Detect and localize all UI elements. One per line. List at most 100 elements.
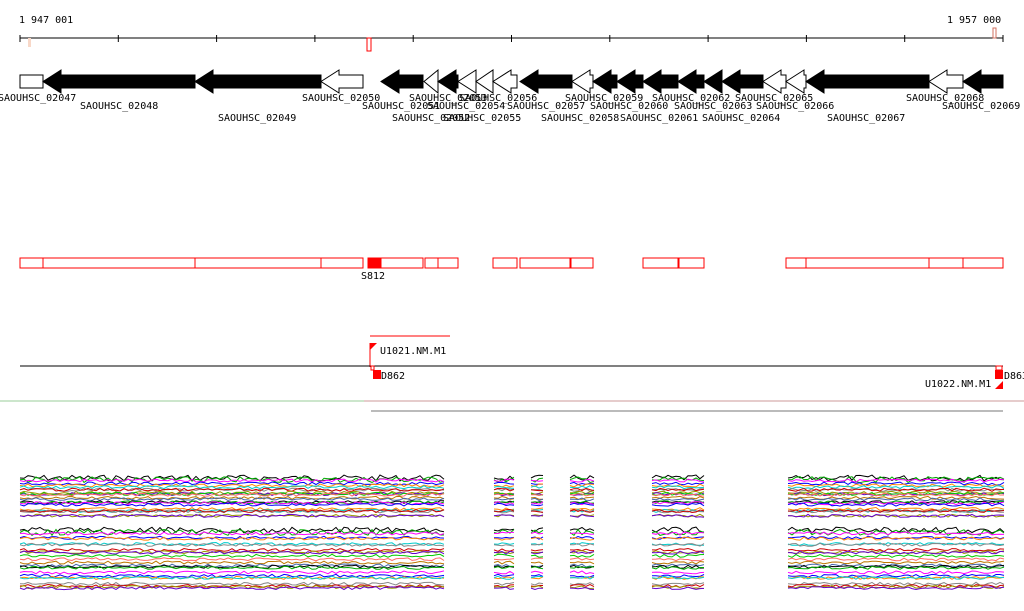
expression-line xyxy=(530,485,544,489)
segment-box[interactable] xyxy=(492,257,518,269)
marker-box xyxy=(370,365,375,371)
expression-line xyxy=(787,485,1005,490)
marker-right-label: D863 xyxy=(1004,371,1024,382)
segment-box[interactable] xyxy=(320,257,364,269)
gene-label[interactable]: SAOUHSC_02067 xyxy=(827,113,905,124)
expression-line xyxy=(493,553,515,558)
marker-left-label: D862 xyxy=(381,371,405,382)
expression-line xyxy=(787,497,1005,502)
segment-box[interactable] xyxy=(519,257,571,269)
genome-browser-view: 1 947 001 1 957 000 SAOUHSC_02047SAOUHSC… xyxy=(0,15,1024,591)
expression-line xyxy=(19,560,445,565)
gene-arrow[interactable] xyxy=(475,69,494,94)
gene-arrow[interactable] xyxy=(677,69,705,94)
gene-arrow[interactable] xyxy=(805,69,930,94)
gene-arrow[interactable] xyxy=(194,69,322,94)
expression-line xyxy=(569,570,595,575)
gene-arrow[interactable] xyxy=(928,69,964,94)
expression-line xyxy=(569,553,595,558)
flag-icon xyxy=(995,381,1003,389)
expression-line xyxy=(651,560,705,565)
segment-box[interactable] xyxy=(678,257,705,269)
expression-line xyxy=(493,570,515,575)
segment-box[interactable] xyxy=(570,257,594,269)
segment-box[interactable] xyxy=(424,257,439,269)
gene-track: SAOUHSC_02047 SAOUHSC_02048 SAOUHSC_02049 S… xyxy=(0,68,1020,124)
marker-d863[interactable] xyxy=(995,370,1003,379)
expression-line xyxy=(651,481,705,486)
expression-line xyxy=(493,573,515,577)
gene-label[interactable]: SAOUHSC_02069 xyxy=(942,101,1020,112)
expression-line xyxy=(651,571,705,575)
gene-arrow[interactable] xyxy=(703,69,723,94)
segment-box[interactable] xyxy=(642,257,679,269)
expression-line xyxy=(787,495,1005,500)
expression-line xyxy=(493,548,515,552)
expression-line xyxy=(19,563,445,568)
expression-line xyxy=(493,560,515,565)
ruler-marker xyxy=(366,37,372,52)
expression-line xyxy=(530,494,544,497)
gene-arrow[interactable] xyxy=(19,74,44,89)
gene-label[interactable]: SAOUHSC_02061 xyxy=(620,113,698,124)
transcript-up-label[interactable]: U1021.NM.M1 xyxy=(380,346,446,357)
transcript-down-label[interactable]: U1022.NM.M1 xyxy=(925,379,991,390)
expression-line xyxy=(569,532,595,535)
gene-label[interactable]: SAOUHSC_02058 xyxy=(541,113,619,124)
gene-arrow[interactable] xyxy=(42,69,196,94)
expression-line xyxy=(530,582,544,586)
gene-arrow[interactable] xyxy=(785,69,807,94)
gene-label[interactable]: SAOUHSC_02055 xyxy=(443,113,521,124)
segment-box[interactable] xyxy=(19,257,44,269)
expression-line xyxy=(19,581,445,586)
segment-box[interactable] xyxy=(785,257,807,269)
expression-line xyxy=(493,542,515,545)
gene-arrow[interactable] xyxy=(616,69,644,94)
gene-arrow[interactable] xyxy=(457,69,477,94)
segment-track xyxy=(19,257,1004,269)
gene-label[interactable]: SAOUHSC_02049 xyxy=(218,113,296,124)
gene-arrow[interactable] xyxy=(721,69,764,94)
ruler-end-label: 1 957 000 xyxy=(947,15,1001,26)
segment-box[interactable] xyxy=(437,257,459,269)
segment-box[interactable] xyxy=(928,257,964,269)
gene-arrow[interactable] xyxy=(519,69,573,94)
gene-arrow[interactable] xyxy=(492,69,518,94)
segment-box[interactable] xyxy=(962,257,1004,269)
segment-box[interactable] xyxy=(380,257,424,269)
coordinate-ruler: 1 947 001 1 957 000 xyxy=(19,15,1004,52)
transcript-track: U1021.NM.M1 D862 D863 U1022.NM.M1 xyxy=(0,335,1024,412)
segment-box[interactable] xyxy=(42,257,196,269)
expression-line xyxy=(19,570,445,575)
expression-line xyxy=(651,526,705,533)
expression-line xyxy=(494,536,515,539)
expression-line xyxy=(787,557,1005,562)
expression-line xyxy=(530,557,544,560)
gene-arrow[interactable] xyxy=(437,69,459,94)
expression-line xyxy=(651,553,705,558)
marker-d862[interactable] xyxy=(373,370,381,379)
expression-line xyxy=(493,558,515,561)
gene-label[interactable]: SAOUHSC_02048 xyxy=(80,101,158,112)
gene-label[interactable]: SAOUHSC_02066 xyxy=(756,101,834,112)
expression-line xyxy=(530,474,544,479)
gene-arrow[interactable] xyxy=(423,68,439,95)
segment-box[interactable] xyxy=(367,257,382,269)
segment-box[interactable] xyxy=(194,257,322,269)
gene-arrow[interactable] xyxy=(762,69,787,94)
gene-arrow[interactable] xyxy=(380,69,424,94)
ruler-start-label: 1 947 001 xyxy=(19,15,73,26)
expression-line xyxy=(569,557,595,561)
expression-line xyxy=(493,481,515,485)
gene-arrow[interactable] xyxy=(962,69,1004,94)
gene-arrow[interactable] xyxy=(571,69,594,94)
gene-label[interactable]: SAOUHSC_02047 xyxy=(0,93,76,104)
segment-box[interactable] xyxy=(805,257,930,269)
gene-arrow[interactable] xyxy=(320,69,364,94)
expression-line xyxy=(651,558,705,562)
gene-arrow[interactable] xyxy=(642,69,679,94)
expression-line xyxy=(569,561,595,565)
gene-label[interactable]: SAOUHSC_02064 xyxy=(702,113,780,124)
expression-line xyxy=(530,531,544,535)
gene-arrow[interactable] xyxy=(592,69,618,94)
